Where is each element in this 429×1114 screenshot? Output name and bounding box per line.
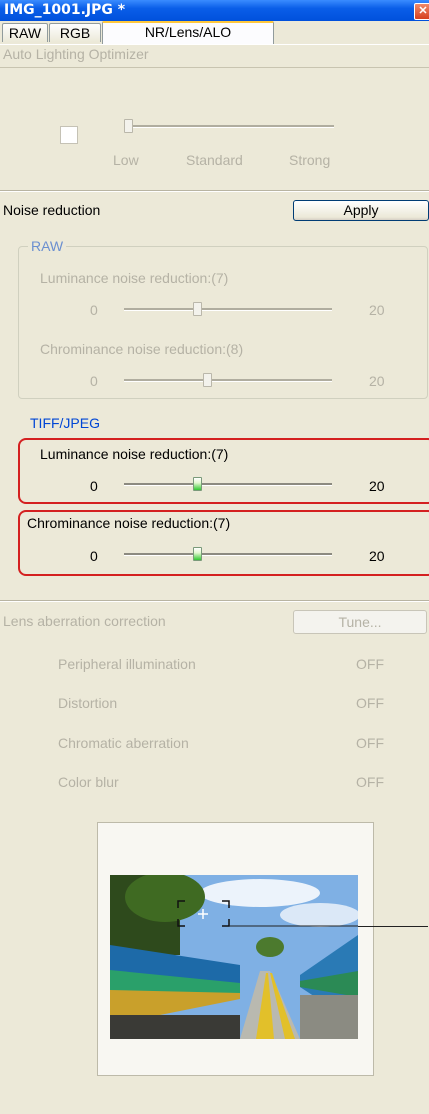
raw-chrominance-min: 0: [90, 373, 98, 389]
peripheral-illumination-value: OFF: [356, 656, 384, 672]
preview-callout-line: [358, 926, 428, 927]
alo-level-standard: Standard: [186, 152, 243, 168]
alo-slider-thumb[interactable]: [124, 119, 133, 133]
noise-reduction-header: Noise reduction: [3, 202, 101, 218]
alo-level-low: Low: [113, 152, 139, 168]
alo-checkbox[interactable]: [60, 126, 78, 144]
tune-button-label: Tune...: [338, 614, 382, 630]
raw-luminance-min: 0: [90, 302, 98, 318]
distortion-value: OFF: [356, 695, 384, 711]
tiff-chrominance-min: 0: [90, 548, 98, 564]
peripheral-illumination-label: Peripheral illumination: [58, 656, 196, 672]
divider: [0, 191, 429, 192]
tab-nr-lens-alo[interactable]: NR/Lens/ALO: [102, 21, 274, 44]
tiff-chrominance-slider-track[interactable]: [124, 553, 332, 556]
tiff-luminance-label: Luminance noise reduction:(7): [40, 446, 229, 462]
raw-luminance-label: Luminance noise reduction:(7): [40, 270, 229, 286]
train-photo: [110, 875, 358, 1039]
raw-chrominance-max: 20: [369, 373, 385, 389]
close-icon[interactable]: ✕: [414, 3, 429, 20]
apply-button[interactable]: Apply: [293, 200, 429, 221]
window-title: IMG_1001.JPG *: [4, 2, 126, 18]
tab-rgb[interactable]: RGB: [49, 23, 101, 42]
tiff-luminance-slider-track[interactable]: [124, 483, 332, 486]
tiff-luminance-slider-thumb[interactable]: [192, 477, 202, 491]
raw-group-label: RAW: [28, 238, 67, 254]
alo-header-bar: Auto Lighting Optimizer: [0, 44, 429, 68]
raw-group: [18, 246, 428, 399]
chromatic-aberration-label: Chromatic aberration: [58, 735, 189, 751]
lens-aberration-header: Lens aberration correction: [3, 613, 166, 629]
alo-level-strong: Strong: [289, 152, 331, 168]
tiff-chrominance-slider-thumb[interactable]: [192, 547, 202, 561]
tab-strip: RAW RGB NR/Lens/ALO: [0, 21, 429, 44]
tune-button[interactable]: Tune...: [293, 610, 427, 634]
raw-luminance-max: 20: [369, 302, 385, 318]
tiff-luminance-max: 20: [369, 478, 385, 494]
tab-raw[interactable]: RAW: [2, 23, 48, 42]
alo-slider-track[interactable]: [127, 125, 334, 128]
raw-luminance-slider-track[interactable]: [124, 308, 332, 311]
nr-lens-alo-panel: IMG_1001.JPG * ✕ RAW RGB NR/Lens/ALO Aut…: [0, 0, 429, 1114]
raw-chrominance-slider-thumb[interactable]: [203, 373, 213, 387]
distortion-label: Distortion: [58, 695, 118, 711]
raw-chrominance-label: Chrominance noise reduction:(8): [40, 341, 244, 357]
color-blur-value: OFF: [356, 774, 384, 790]
tiff-chrominance-label: Chrominance noise reduction:(7): [27, 515, 231, 531]
tiff-luminance-min: 0: [90, 478, 98, 494]
divider: [0, 601, 429, 602]
title-bar[interactable]: IMG_1001.JPG * ✕: [0, 0, 429, 21]
raw-chrominance-slider-track[interactable]: [124, 379, 332, 382]
apply-button-label: Apply: [343, 202, 379, 218]
color-blur-label: Color blur: [58, 774, 119, 790]
alo-header: Auto Lighting Optimizer: [3, 46, 149, 62]
preview-image[interactable]: [110, 875, 358, 1039]
raw-luminance-slider-thumb[interactable]: [192, 302, 202, 316]
tiff-chrominance-max: 20: [369, 548, 385, 564]
tiff-jpeg-group-label: TIFF/JPEG: [30, 415, 100, 431]
chromatic-aberration-value: OFF: [356, 735, 384, 751]
